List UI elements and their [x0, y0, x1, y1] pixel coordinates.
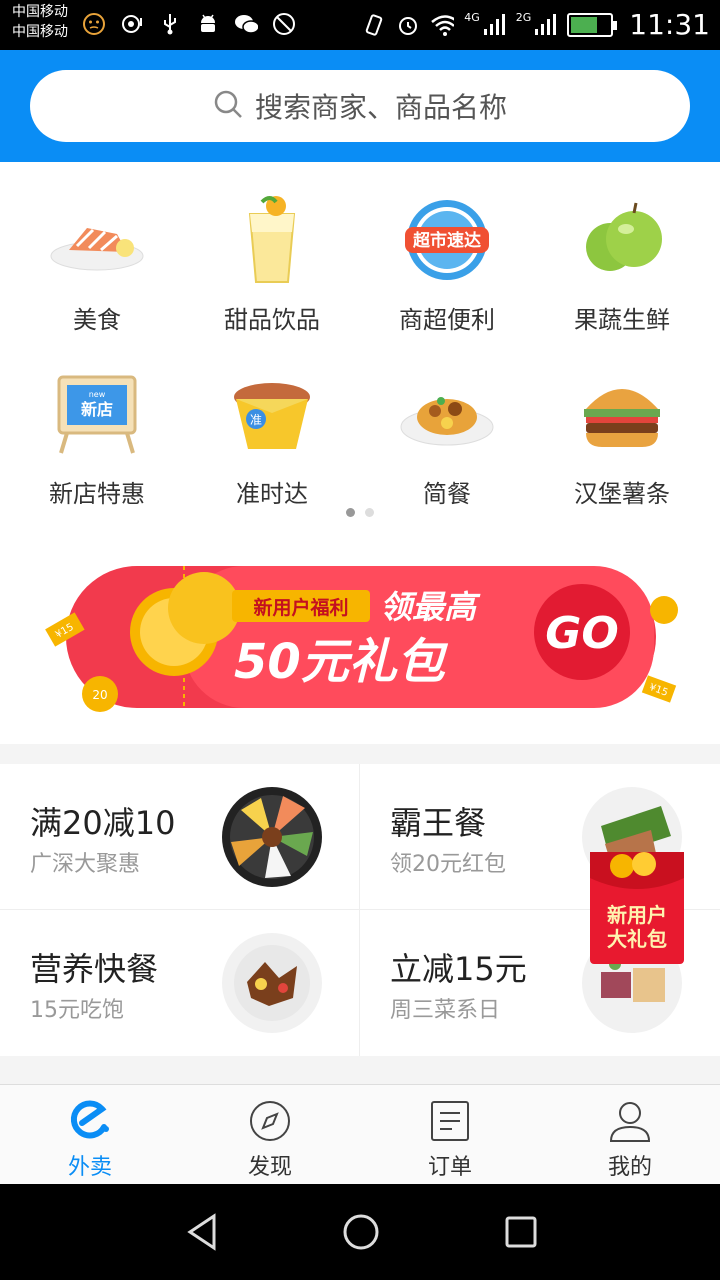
notification-icons [82, 12, 296, 36]
deal-subtitle: 领20元红包 [390, 852, 506, 877]
search-header: 搜索商家、商品名称 [0, 50, 720, 162]
person-icon [608, 1099, 652, 1143]
network-type-2: 2G [515, 10, 532, 24]
salmon-dish-icon [47, 190, 147, 290]
deal-card[interactable]: 满20减10 广深大聚惠 [0, 764, 359, 909]
signal-icon-2 [533, 13, 557, 37]
tab-label: 发现 [247, 1155, 292, 1180]
svg-text:准: 准 [250, 413, 262, 427]
coin-label: 20 [92, 688, 107, 702]
carrier-1: 中国移动 [12, 4, 68, 20]
category-label: 简餐 [423, 480, 471, 508]
tab-takeout[interactable]: 外卖 [0, 1085, 180, 1185]
category-on-time[interactable]: 准 准时达 [182, 350, 362, 520]
category-grid: 美食 甜品饮品 超市速达 商超便利 果蔬生鲜 新店new 新店特惠 准 准时达 [0, 162, 720, 744]
signal-icon [482, 13, 506, 37]
carousel-dot [346, 508, 355, 517]
category-supermarket[interactable]: 超市速达 商超便利 [357, 176, 537, 346]
svg-text:超市速达: 超市速达 [413, 230, 481, 251]
category-burger[interactable]: 汉堡薯条 [532, 350, 712, 520]
bibimbap-icon [221, 786, 323, 888]
system-nav-bar [0, 1184, 720, 1280]
face-icon [82, 12, 106, 36]
category-food[interactable]: 美食 [7, 176, 187, 346]
snack-box-icon: 准 [222, 364, 322, 464]
category-simple-meal[interactable]: 简餐 [357, 350, 537, 520]
svg-text:新店: 新店 [81, 400, 113, 419]
compass-icon [248, 1099, 292, 1143]
deal-subtitle: 15元吃饱 [30, 998, 124, 1023]
svg-text:new: new [89, 390, 106, 399]
deal-card[interactable]: 营养快餐 15元吃饱 [0, 910, 359, 1055]
green-apple-icon [572, 190, 672, 290]
back-icon[interactable] [178, 1208, 226, 1256]
go-label: GO [545, 608, 619, 659]
supermarket-badge-icon: 超市速达 [397, 190, 497, 290]
wifi-icon [430, 13, 455, 37]
divider [359, 764, 360, 1056]
battery-icon [567, 13, 618, 37]
tab-me[interactable]: 我的 [540, 1085, 720, 1185]
burger-icon [572, 364, 672, 464]
eleme-logo-icon [68, 1099, 112, 1143]
search-bar[interactable]: 搜索商家、商品名称 [30, 70, 690, 142]
carrier-names: 中国移动 中国移动 [12, 2, 68, 42]
category-label: 商超便利 [399, 306, 495, 334]
category-new-store[interactable]: 新店 new 新店特惠 [7, 350, 187, 520]
carrier-2: 中国移动 [12, 24, 68, 40]
red-packet-line-2: 大礼包 [607, 927, 667, 951]
deal-subtitle: 周三菜系日 [390, 998, 501, 1023]
promo-headline-2: 50元礼包 [234, 634, 449, 690]
stir-fry-icon [221, 932, 323, 1034]
red-packet-line-1: 新用户 [607, 903, 667, 927]
category-label: 汉堡薯条 [574, 480, 670, 508]
usb-icon [158, 12, 182, 36]
tab-discover[interactable]: 发现 [180, 1085, 360, 1185]
category-fresh[interactable]: 果蔬生鲜 [532, 176, 712, 346]
hotspot-icon [120, 12, 144, 36]
new-store-sign-icon: 新店 new [47, 364, 147, 464]
tab-label: 订单 [427, 1155, 472, 1180]
deal-title: 满20减10 [30, 804, 176, 842]
status-bar: 中国移动 中国移动 4G 2G 11:31 [0, 0, 720, 50]
clock: 11:31 [629, 8, 710, 41]
promo-tag: 新用户福利 [253, 596, 348, 619]
tab-label: 我的 [607, 1155, 652, 1180]
search-placeholder: 搜索商家、商品名称 [254, 91, 507, 124]
rice-plate-icon [397, 364, 497, 464]
search-icon [213, 89, 243, 123]
new-user-promo-banner[interactable]: 20 ¥15 ¥15 新用户福利 领最高 50元礼包 GO [44, 562, 684, 712]
juice-cup-icon [222, 190, 322, 290]
deal-title: 霸王餐 [390, 804, 487, 842]
wechat-icon [234, 12, 258, 36]
android-icon [196, 12, 220, 36]
home-icon[interactable] [337, 1208, 385, 1256]
order-list-icon [428, 1099, 472, 1143]
tab-label: 外卖 [67, 1155, 112, 1180]
tab-orders[interactable]: 订单 [360, 1085, 540, 1185]
bottom-nav: 外卖 发现 订单 我的 [0, 1084, 720, 1184]
deal-title: 立减15元 [390, 950, 527, 988]
status-right: 4G 2G 11:31 [362, 8, 710, 42]
blocked-app-icon [272, 12, 296, 36]
category-label: 果蔬生鲜 [574, 306, 670, 334]
recents-icon[interactable] [497, 1208, 545, 1256]
promo-headline-1: 领最高 [380, 588, 481, 626]
carousel-dot [365, 508, 374, 517]
carousel-indicator [0, 508, 720, 517]
vibrate-icon [362, 13, 386, 37]
category-label: 甜品饮品 [224, 306, 320, 334]
category-label: 新店特惠 [49, 480, 145, 508]
category-label: 准时达 [236, 480, 308, 508]
alarm-icon [396, 13, 420, 37]
new-user-red-packet[interactable]: 新用户 大礼包 [588, 848, 686, 966]
deal-title: 营养快餐 [30, 950, 159, 988]
network-type-1: 4G [464, 10, 480, 24]
category-label: 美食 [73, 306, 121, 334]
category-dessert[interactable]: 甜品饮品 [182, 176, 362, 346]
deal-subtitle: 广深大聚惠 [30, 852, 141, 877]
